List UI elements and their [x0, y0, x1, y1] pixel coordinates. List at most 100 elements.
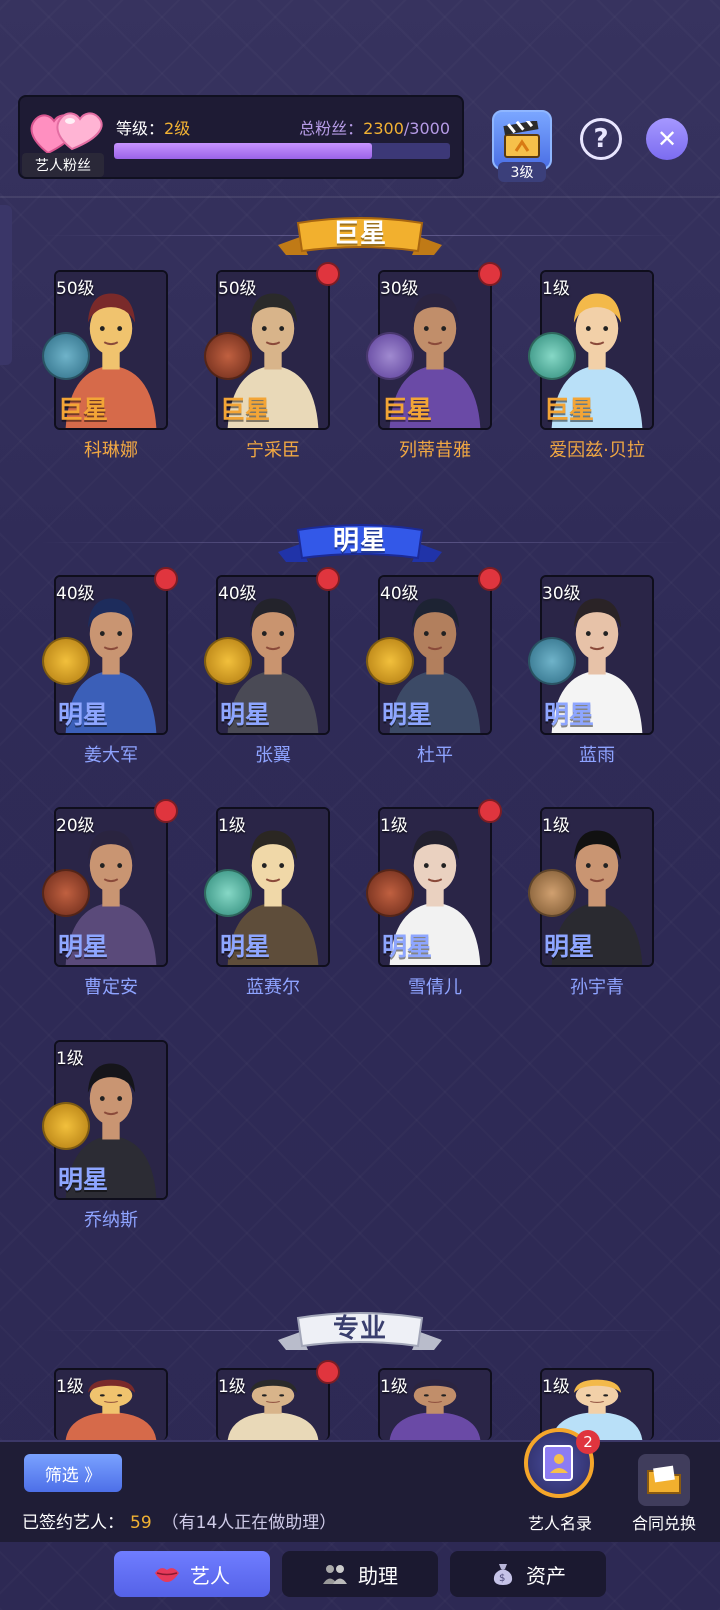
fan-tag: 艺人粉丝: [22, 153, 104, 177]
artist-card[interactable]: 50级巨星宁采臣: [204, 262, 340, 462]
artist-level: 1级: [380, 816, 408, 836]
artist-name: 列蒂昔雅: [399, 440, 471, 461]
artist-tier: 巨星: [544, 395, 595, 424]
new-notification-dot: [316, 567, 340, 591]
artist-level: 1级: [56, 1049, 84, 1069]
fans-label: 总粉丝：: [299, 119, 364, 138]
tab-assets[interactable]: $ 资产: [450, 1551, 606, 1597]
clapperboard-level: 3级: [498, 162, 546, 182]
artist-level: 50级: [218, 279, 257, 299]
artist-level: 1级: [542, 279, 570, 299]
fan-level-panel: 艺人粉丝 等级：2级 总粉丝：2300/3000: [18, 95, 464, 179]
artist-card[interactable]: 30级 巨星 列蒂昔雅: [366, 262, 502, 462]
hearts-icon: [26, 101, 106, 161]
level-value: 2级: [164, 119, 191, 138]
artist-name: 乔纳斯: [84, 1210, 138, 1231]
tab-artists-label: 艺人: [190, 1563, 230, 1588]
artist-tier: 明星: [382, 700, 433, 729]
directory-label: 艺人名录: [527, 1514, 592, 1533]
filter-button[interactable]: 筛选 》: [24, 1454, 122, 1492]
signed-count: 59: [130, 1513, 152, 1533]
artist-card[interactable]: 1级明星蓝赛尔: [204, 807, 330, 999]
artist-tier: 巨星: [58, 395, 109, 424]
tab-assistants[interactable]: 助理: [282, 1551, 438, 1597]
artist-level: 1级: [218, 816, 246, 836]
artist-card[interactable]: 1级明星雪倩儿: [366, 799, 502, 999]
dancer-badge-icon: [528, 332, 576, 380]
artist-tier: 明星: [220, 932, 271, 961]
artist-tier: 巨星: [382, 395, 433, 424]
artist-portrait-frame: 1级: [54, 1368, 168, 1440]
artist-tier: 明星: [58, 1165, 109, 1194]
signed-label: 已签约艺人：: [22, 1513, 124, 1533]
directory-notification-badge: 2: [576, 1430, 600, 1454]
fans-progress-fill: [114, 143, 372, 159]
artist-tier: 明星: [382, 932, 433, 961]
artist-card[interactable]: 50级巨星科琳娜: [42, 270, 168, 462]
new-notification-dot: [316, 1360, 340, 1384]
close-button[interactable]: ✕: [646, 118, 688, 160]
contract-exchange-button[interactable]: 合同兑换: [628, 1454, 700, 1544]
bottom-tab-bar: 艺人 助理 $ 资产: [114, 1551, 606, 1597]
artist-card[interactable]: 1级: [378, 1368, 492, 1440]
soldier-badge-icon: [42, 1102, 90, 1150]
artist-name: 宁采臣: [246, 440, 300, 461]
artist-tier: 巨星: [220, 395, 271, 424]
svg-text:$: $: [499, 1573, 505, 1584]
artist-directory-button[interactable]: 2 艺人名录: [520, 1428, 600, 1538]
artist-name: 科琳娜: [84, 440, 138, 461]
clapperboard-icon: [492, 110, 552, 170]
artist-card[interactable]: 40级 明星 张翼: [204, 567, 340, 767]
section-pro-title: 专业: [332, 1314, 387, 1344]
artist-name: 雪倩儿: [408, 977, 462, 998]
assistants-icon: [322, 1563, 348, 1585]
artist-level: 40级: [218, 584, 257, 604]
new-notification-dot: [478, 262, 502, 286]
section-star-banner: 明星: [0, 512, 720, 572]
artist-level: 50级: [56, 279, 95, 299]
level-label: 等级：: [116, 119, 165, 138]
artist-card[interactable]: 1级 明星 孙宇青: [528, 807, 654, 999]
artist-tier: 明星: [544, 700, 595, 729]
header-divider: [0, 196, 720, 198]
artist-level: 1级: [218, 1377, 246, 1397]
artist-card[interactable]: 1级巨星爱因兹·贝拉: [528, 270, 654, 462]
silhouette-red-badge-icon: [366, 869, 414, 917]
new-notification-dot: [154, 567, 178, 591]
artist-tier: 明星: [58, 700, 109, 729]
artist-card[interactable]: 20级 明星 曹定安: [42, 799, 178, 999]
artist-portrait-frame: 1级: [378, 1368, 492, 1440]
section-star-title: 明星: [332, 526, 387, 556]
contract-label: 合同兑换: [631, 1514, 696, 1533]
new-notification-dot: [316, 262, 340, 286]
artist-card[interactable]: 40级 明星 杜平: [366, 567, 502, 767]
lips-icon: [154, 1563, 180, 1585]
ufo-badge-icon: [528, 637, 576, 685]
soldier-badge-icon: [366, 637, 414, 685]
tab-artists[interactable]: 艺人: [114, 1551, 270, 1597]
section-superstar-title: 巨星: [332, 219, 387, 249]
artist-card[interactable]: 40级 明星 姜大军: [42, 567, 178, 767]
help-button[interactable]: ?: [580, 118, 622, 160]
clapperboard-level-button[interactable]: 3级: [492, 110, 558, 182]
artist-card[interactable]: 1级明星乔纳斯: [42, 1040, 168, 1232]
artist-name: 蓝雨: [579, 745, 615, 766]
money-bag-icon: $: [490, 1563, 516, 1585]
ufo-badge-icon: [42, 332, 90, 380]
artist-card[interactable]: 30级 明星 蓝雨: [528, 575, 654, 767]
bottom-panel: 筛选 》 已签约艺人： 59 （有14人正在做助理） 2 艺人名录 合同兑换: [0, 1428, 720, 1544]
artist-level: 20级: [56, 816, 95, 836]
dancer-badge-icon: [204, 869, 252, 917]
artist-level: 40级: [380, 584, 419, 604]
artist-card[interactable]: 1级: [216, 1360, 340, 1440]
assistant-note: （有14人正在做助理）: [161, 1513, 337, 1533]
artist-name: 蓝赛尔: [246, 977, 300, 998]
camera-badge-icon: [528, 869, 576, 917]
artist-level: 1级: [542, 1377, 570, 1397]
silhouette-red-badge-icon: [204, 332, 252, 380]
artist-name: 爱因兹·贝拉: [549, 440, 645, 461]
fans-total: /3000: [403, 119, 450, 138]
artist-card[interactable]: 1级: [54, 1368, 168, 1440]
artist-level: 1级: [56, 1377, 84, 1397]
tab-assistants-label: 助理: [358, 1563, 398, 1588]
